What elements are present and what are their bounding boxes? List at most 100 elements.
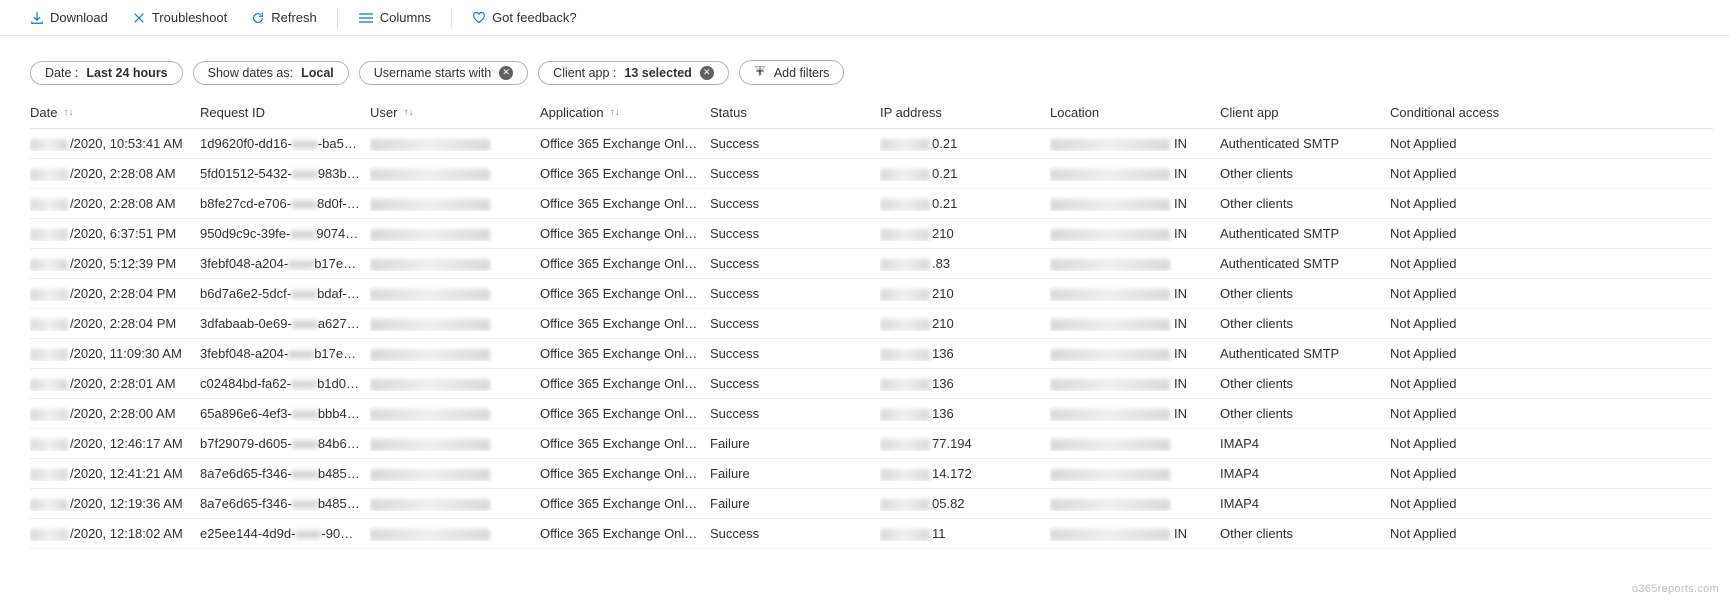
download-button[interactable]: Download (20, 6, 118, 29)
col-location[interactable]: Location (1050, 105, 1220, 120)
table-row[interactable]: /2020, 6:37:51 PM 950d9c9c-39fe-xxxx9074… (30, 219, 1713, 249)
cell-application: Office 365 Exchange Online (540, 166, 710, 181)
cell-request: 3febf048-a204-xxxxb17e-32... (200, 256, 370, 271)
cell-date: /2020, 2:28:08 AM (30, 166, 200, 181)
troubleshoot-button[interactable]: Troubleshoot (122, 6, 237, 29)
cell-request: b8fe27cd-e706-xxxx8d0f-4... (200, 196, 370, 211)
cell-ip: 11 (880, 526, 1050, 541)
cell-application: Office 365 Exchange Online (540, 376, 710, 391)
table-row[interactable]: /2020, 2:28:08 AM 5fd01512-5432-xxxx983b… (30, 159, 1713, 189)
table-row[interactable]: /2020, 2:28:04 PM b6d7a6e2-5dcf-xxxxbdaf… (30, 279, 1713, 309)
filter-icon (754, 65, 766, 80)
filter-showdates[interactable]: Show dates as: Local (193, 61, 349, 85)
columns-label: Columns (380, 10, 431, 25)
col-application[interactable]: Application↑↓ (540, 105, 710, 120)
cell-clientapp: Other clients (1220, 166, 1390, 181)
cell-location: IN (1050, 226, 1220, 241)
filter-clientapp[interactable]: Client app : 13 selected ✕ (538, 61, 729, 85)
table-row[interactable]: /2020, 2:28:04 PM 3dfabaab-0e69-xxxxa627… (30, 309, 1713, 339)
filter-date-value: Last 24 hours (86, 66, 167, 80)
cell-date: /2020, 2:28:04 PM (30, 286, 200, 301)
cell-application: Office 365 Exchange Online (540, 256, 710, 271)
cell-status: Success (710, 196, 880, 211)
cell-ip: 0.21 (880, 136, 1050, 151)
columns-button[interactable]: Columns (348, 6, 441, 29)
cell-application: Office 365 Exchange Online (540, 346, 710, 361)
cell-cond: Not Applied (1390, 166, 1560, 181)
cell-user (370, 436, 540, 451)
clear-icon[interactable]: ✕ (700, 66, 714, 80)
cell-date: /2020, 12:19:36 AM (30, 496, 200, 511)
col-user[interactable]: User↑↓ (370, 105, 540, 120)
table-row[interactable]: /2020, 12:41:21 AM 8a7e6d65-f346-xxxxb48… (30, 459, 1713, 489)
cell-user (370, 346, 540, 361)
cell-location: IN (1050, 166, 1220, 181)
col-date[interactable]: Date↑↓ (30, 105, 200, 120)
table-row[interactable]: /2020, 2:28:01 AM c02484bd-fa62-xxxxb1d0… (30, 369, 1713, 399)
col-request[interactable]: Request ID (200, 105, 370, 120)
cell-cond: Not Applied (1390, 346, 1560, 361)
cell-user (370, 526, 540, 541)
table-row[interactable]: /2020, 2:28:08 AM b8fe27cd-e706-xxxx8d0f… (30, 189, 1713, 219)
cell-request: c02484bd-fa62-xxxxb1d0-7... (200, 376, 370, 391)
cell-request: b6d7a6e2-5dcf-xxxxbdaf-c... (200, 286, 370, 301)
cell-request: 950d9c9c-39fe-xxxx9074-8... (200, 226, 370, 241)
cell-date: /2020, 10:53:41 AM (30, 136, 200, 151)
cell-ip: 210 (880, 286, 1050, 301)
refresh-icon (251, 11, 265, 25)
sort-icon: ↑↓ (610, 110, 620, 116)
col-status[interactable]: Status (710, 105, 880, 120)
feedback-button[interactable]: Got feedback? (462, 6, 587, 29)
cell-status: Success (710, 376, 880, 391)
col-ip[interactable]: IP address (880, 105, 1050, 120)
add-filters-button[interactable]: Add filters (739, 60, 845, 85)
refresh-button[interactable]: Refresh (241, 6, 327, 29)
download-label: Download (50, 10, 108, 25)
table-row[interactable]: /2020, 5:12:39 PM 3febf048-a204-xxxxb17e… (30, 249, 1713, 279)
cell-clientapp: Other clients (1220, 316, 1390, 331)
table-row[interactable]: /2020, 12:19:36 AM 8a7e6d65-f346-xxxxb48… (30, 489, 1713, 519)
table-row[interactable]: /2020, 12:18:02 AM e25ee144-4d9d-xxxx-90… (30, 519, 1713, 549)
col-cond[interactable]: Conditional access (1390, 105, 1560, 120)
table-body: /2020, 10:53:41 AM 1d9620f0-dd16-xxxx-ba… (30, 129, 1713, 549)
filter-clientapp-label: Client app : (553, 66, 616, 80)
table-row[interactable]: /2020, 2:28:00 AM 65a896e6-4ef3-xxxxbbb4… (30, 399, 1713, 429)
table-row[interactable]: /2020, 12:46:17 AM b7f29079-d605-xxxx84b… (30, 429, 1713, 459)
cell-location: IN (1050, 196, 1220, 211)
cell-date: /2020, 12:18:02 AM (30, 526, 200, 541)
cell-clientapp: Other clients (1220, 406, 1390, 421)
cell-location: IN (1050, 136, 1220, 151)
filter-showdates-label: Show dates as: (208, 66, 293, 80)
cell-application: Office 365 Exchange Online (540, 436, 710, 451)
cell-clientapp: Other clients (1220, 286, 1390, 301)
cell-status: Success (710, 526, 880, 541)
cell-request: 1d9620f0-dd16-xxxx-ba56-c... (200, 136, 370, 151)
command-bar: Download Troubleshoot Refresh Columns Go… (0, 0, 1729, 36)
refresh-label: Refresh (271, 10, 317, 25)
cell-ip: 0.21 (880, 196, 1050, 211)
table-row[interactable]: /2020, 11:09:30 AM 3febf048-a204-xxxxb17… (30, 339, 1713, 369)
cell-clientapp: IMAP4 (1220, 496, 1390, 511)
filter-username[interactable]: Username starts with ✕ (359, 61, 528, 85)
filter-date[interactable]: Date : Last 24 hours (30, 61, 183, 85)
col-clientapp[interactable]: Client app (1220, 105, 1390, 120)
cell-application: Office 365 Exchange Online (540, 316, 710, 331)
signin-table: Date↑↓ Request ID User↑↓ Application↑↓ S… (0, 99, 1729, 559)
separator (451, 8, 452, 28)
clear-icon[interactable]: ✕ (499, 66, 513, 80)
cell-ip: 136 (880, 376, 1050, 391)
cell-date: /2020, 2:28:08 AM (30, 196, 200, 211)
table-row[interactable]: /2020, 10:53:41 AM 1d9620f0-dd16-xxxx-ba… (30, 129, 1713, 159)
troubleshoot-icon (132, 11, 146, 25)
cell-cond: Not Applied (1390, 136, 1560, 151)
cell-date: /2020, 12:41:21 AM (30, 466, 200, 481)
cell-clientapp: IMAP4 (1220, 466, 1390, 481)
cell-cond: Not Applied (1390, 196, 1560, 211)
cell-user (370, 286, 540, 301)
cell-ip: 136 (880, 346, 1050, 361)
cell-clientapp: Authenticated SMTP (1220, 346, 1390, 361)
cell-status: Success (710, 286, 880, 301)
cell-location (1050, 436, 1220, 451)
cell-cond: Not Applied (1390, 496, 1560, 511)
cell-ip: 77.194 (880, 436, 1050, 451)
